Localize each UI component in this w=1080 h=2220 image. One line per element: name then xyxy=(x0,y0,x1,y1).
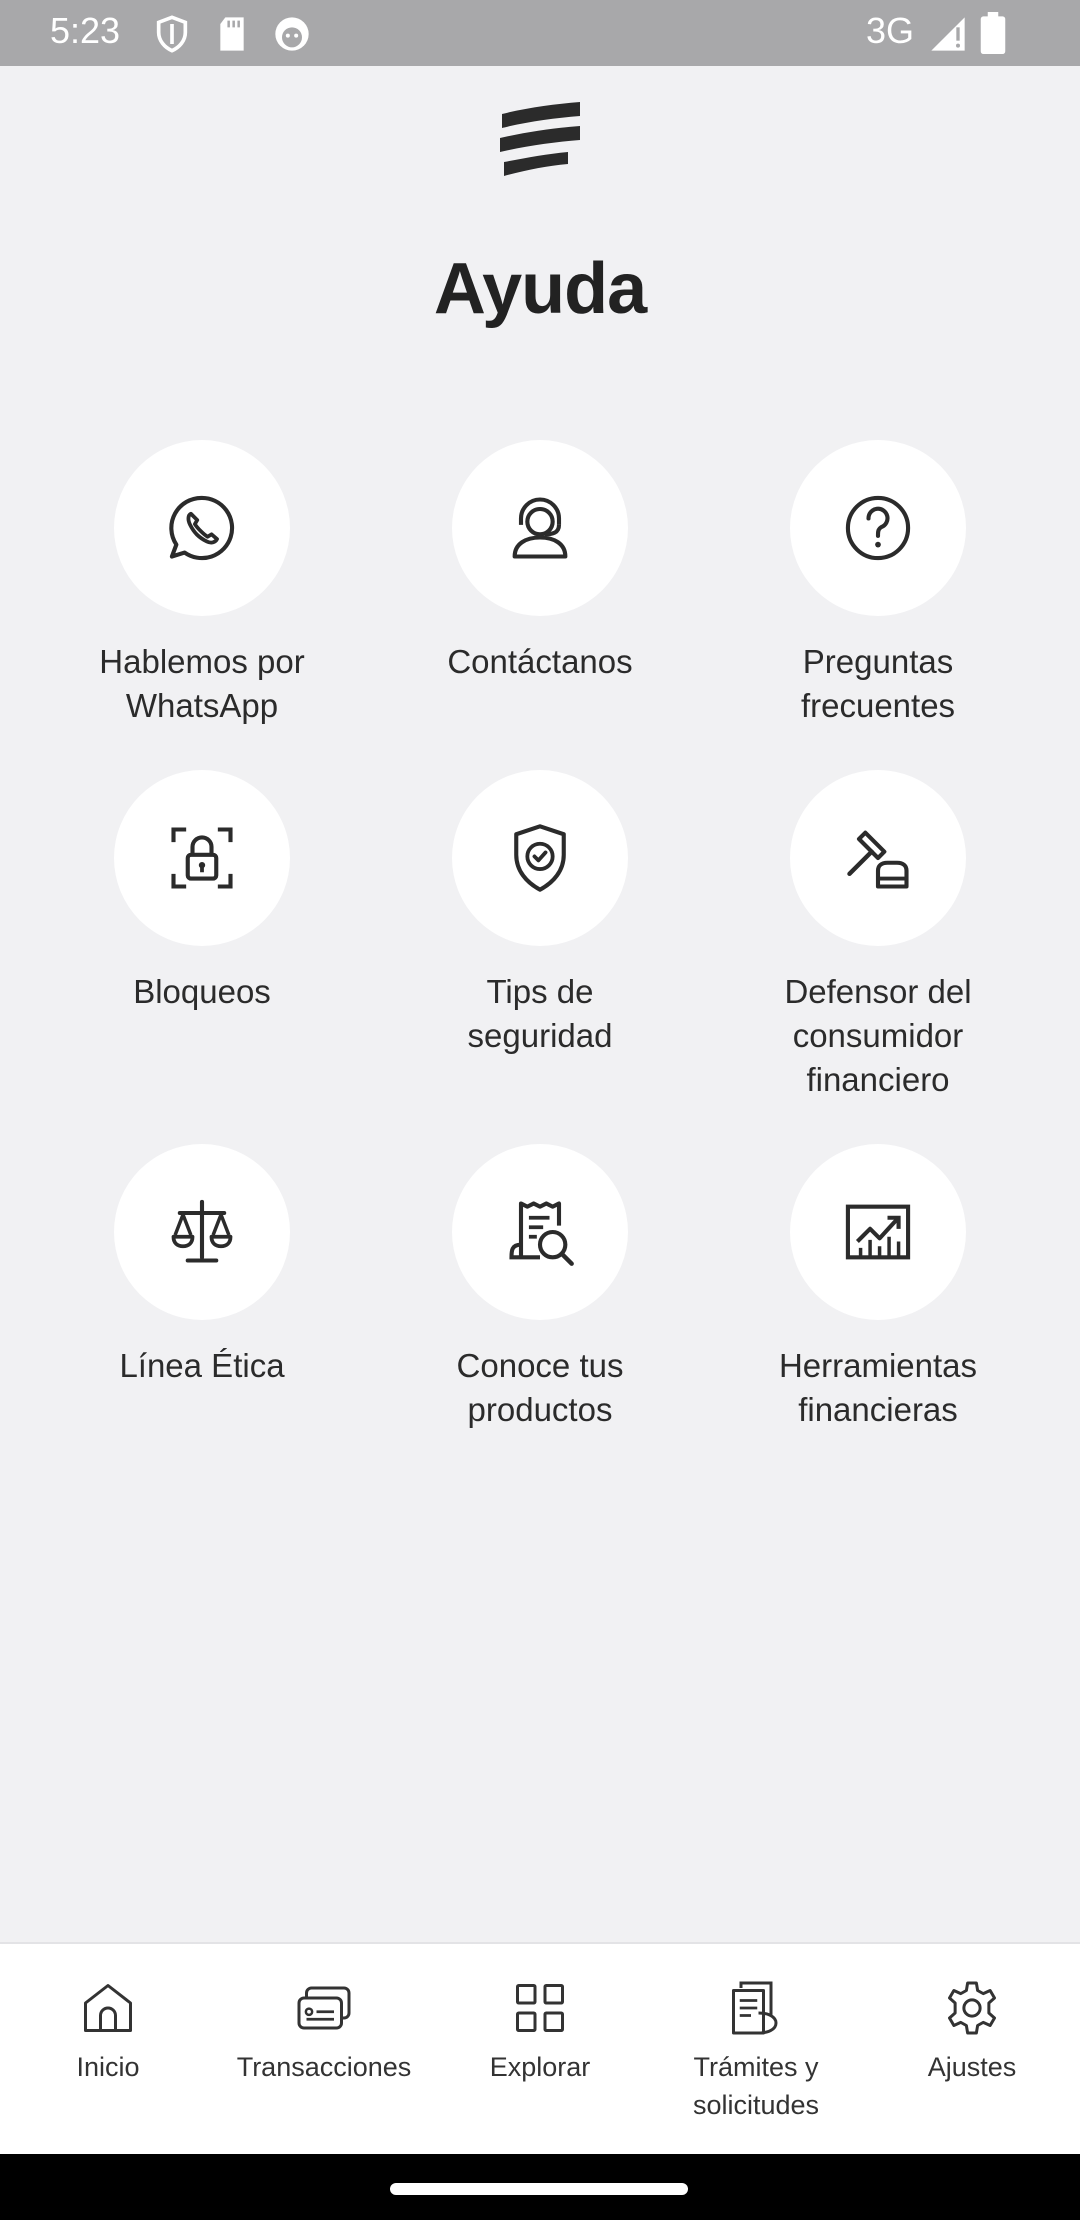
help-option-security-tips[interactable]: Tips de seguridad xyxy=(371,770,709,1058)
cards-icon xyxy=(297,1986,351,2030)
gavel-icon xyxy=(847,830,909,889)
help-option-contact[interactable]: Contáctanos xyxy=(371,440,709,684)
help-option-whatsapp[interactable]: Hablemos por WhatsApp xyxy=(33,440,371,728)
help-option-label: Bloqueos xyxy=(133,973,271,1010)
help-option-label: Línea Ética xyxy=(119,1347,285,1384)
nav-label: Transacciones xyxy=(236,2052,412,2082)
help-option-circle[interactable] xyxy=(452,440,628,616)
help-option-label: Hablemos por WhatsApp xyxy=(99,643,305,724)
help-option-label: Conoce tus productos xyxy=(456,1347,624,1428)
nav-label: Inicio xyxy=(76,2052,140,2082)
home-gesture-handle[interactable] xyxy=(390,2183,688,2195)
help-option-ethics-line[interactable]: Línea Ética xyxy=(33,1144,371,1388)
help-option-financial-tools[interactable]: Herramientas financieras xyxy=(709,1144,1047,1432)
nav-item-tramites[interactable]: Trámites y solicitudes xyxy=(648,1944,864,2156)
nav-item-transacciones[interactable]: Transacciones xyxy=(216,1944,432,2156)
help-option-ombudsman[interactable]: Defensor del consumidor financiero xyxy=(709,770,1047,1102)
help-options-grid: Hablemos por WhatsApp Contáctanos Pregun… xyxy=(0,0,1080,1900)
scales-icon xyxy=(171,1199,233,1263)
help-option-circle[interactable] xyxy=(114,440,290,616)
help-option-blocks[interactable]: Bloqueos xyxy=(33,770,371,1014)
help-option-circle[interactable] xyxy=(452,770,628,946)
headset-agent-icon xyxy=(512,497,568,559)
question-icon xyxy=(845,495,911,561)
help-option-label: Preguntas frecuentes xyxy=(800,643,956,724)
help-option-label: Contáctanos xyxy=(447,643,633,680)
home-icon xyxy=(84,1984,132,2032)
nav-label: Explorar xyxy=(489,2052,591,2082)
receipt-search-icon xyxy=(509,1201,574,1266)
system-navigation-bar xyxy=(0,2154,1080,2220)
whatsapp-icon xyxy=(169,495,235,561)
help-option-circle[interactable] xyxy=(790,1144,966,1320)
nav-item-inicio[interactable]: Inicio xyxy=(0,1944,216,2156)
chart-up-icon xyxy=(845,1204,911,1260)
shield-check-icon xyxy=(514,824,566,892)
gear-icon xyxy=(948,1981,996,2035)
help-option-circle[interactable] xyxy=(452,1144,628,1320)
help-option-circle[interactable] xyxy=(790,440,966,616)
help-screen: 5:23 3G Ayuda Hablemos por WhatsApp Cont… xyxy=(0,0,1080,2220)
grid-icon xyxy=(516,1984,564,2032)
help-option-products[interactable]: Conoce tus productos xyxy=(371,1144,709,1432)
help-option-faq[interactable]: Preguntas frecuentes xyxy=(709,440,1047,728)
help-option-label: Defensor del consumidor financiero xyxy=(784,973,972,1098)
help-option-circle[interactable] xyxy=(114,770,290,946)
bottom-navigation: Inicio Transacciones Explorar Trámites y… xyxy=(0,1942,1080,2154)
lock-icon xyxy=(171,827,233,889)
nav-label: Trámites y solicitudes xyxy=(692,2052,820,2120)
help-option-label: Tips de seguridad xyxy=(467,973,613,1054)
nav-label: Ajustes xyxy=(927,2052,1017,2082)
help-option-circle[interactable] xyxy=(790,770,966,946)
nav-item-explorar[interactable]: Explorar xyxy=(432,1944,648,2156)
help-option-circle[interactable] xyxy=(114,1144,290,1320)
help-option-label: Herramientas financieras xyxy=(778,1347,978,1428)
nav-item-ajustes[interactable]: Ajustes xyxy=(864,1944,1080,2156)
documents-icon xyxy=(732,1981,778,2035)
